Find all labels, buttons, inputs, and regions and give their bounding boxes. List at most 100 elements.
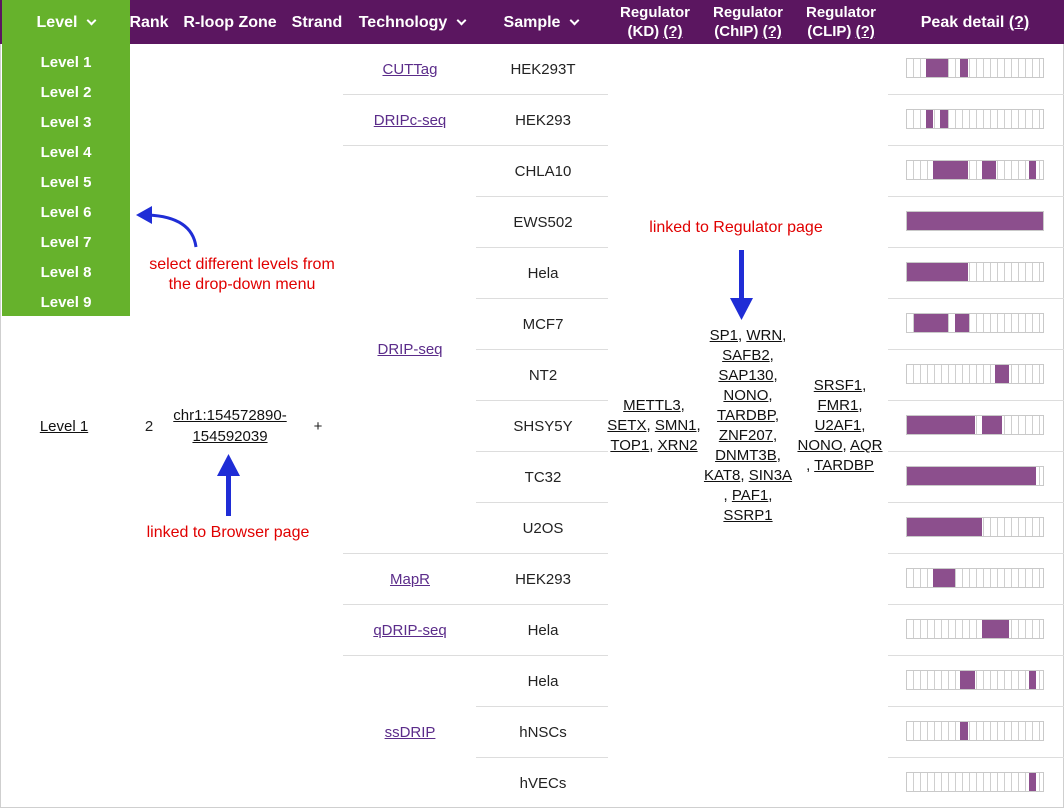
peak-segment (926, 110, 933, 128)
peak-bar[interactable] (906, 313, 1044, 333)
regulator-link[interactable]: FMR1 (817, 397, 858, 414)
technology-link[interactable]: CUTTag (382, 61, 437, 78)
regulator-link[interactable]: NONO (797, 437, 842, 454)
help-link[interactable]: (?) (1009, 13, 1029, 32)
peak-bar[interactable] (906, 670, 1044, 690)
sample-cell: U2OS (522, 520, 564, 537)
level-option-3[interactable]: Level 3 (2, 107, 130, 137)
level-option-6[interactable]: Level 6 (2, 197, 130, 227)
technology-link[interactable]: MapR (390, 571, 430, 588)
rloop-zone-link[interactable]: chr1:154572890- 154592039 (160, 405, 300, 447)
technology-cuttag[interactable]: CUTTag (346, 44, 474, 94)
regulator-link[interactable]: U2AF1 (815, 417, 862, 434)
level-option-1[interactable]: Level 1 (2, 47, 130, 77)
regulator-link[interactable]: SRSF1 (814, 377, 862, 394)
regulator-link[interactable]: SAP130 (718, 367, 773, 384)
help-link[interactable]: (?) (663, 23, 682, 40)
level-header-dropdown[interactable]: Level (2, 0, 130, 44)
sample-cell: HEK293 (515, 571, 571, 588)
regulator-link[interactable]: SMN1 (655, 417, 697, 434)
peak-bar[interactable] (906, 415, 1044, 435)
level-option-2[interactable]: Level 2 (2, 77, 130, 107)
regulator-clip-header: Regulator (CLIP) (?) (794, 0, 888, 44)
sample-cell: MCF7 (522, 316, 564, 333)
peak-bar[interactable] (906, 262, 1044, 282)
peak-segment (960, 59, 968, 77)
regulator-link[interactable]: SIN3A (749, 467, 792, 484)
regulator-link[interactable]: TARDBP (717, 407, 775, 424)
regulator-link[interactable]: TARDBP (814, 457, 874, 474)
regulator-link[interactable]: XRN2 (658, 437, 698, 454)
technology-mapr[interactable]: MapR (346, 554, 474, 604)
level-header-label: Level (36, 13, 78, 31)
peak-bar[interactable] (906, 517, 1044, 537)
regulator-link[interactable]: METTL3 (623, 397, 681, 414)
sample-cell: Hela (527, 265, 559, 282)
regulator-link[interactable]: SETX (607, 417, 646, 434)
row-divider (476, 298, 608, 299)
regulator-kd-subtitle: (KD) (627, 23, 660, 40)
peak-segment (933, 161, 968, 179)
peak-bar[interactable] (906, 58, 1044, 78)
peak-segment (907, 263, 968, 281)
peak-bar[interactable] (906, 466, 1044, 486)
peak-segment (995, 365, 1009, 383)
level-option-9[interactable]: Level 9 (2, 287, 130, 317)
technology-ssdrip[interactable]: ssDRIP (346, 656, 474, 808)
regulator-link[interactable]: SSRP1 (723, 507, 772, 524)
regulator-link[interactable]: KAT8 (704, 467, 740, 484)
peak-bar[interactable] (906, 109, 1044, 129)
peak-bar[interactable] (906, 619, 1044, 639)
regulator-link[interactable]: NONO (723, 387, 768, 404)
regulator-clip-list: SRSF1, FMR1, U2AF1, NONO, AQR , TARDBP (797, 377, 883, 474)
regulator-link[interactable]: DNMT3B (715, 447, 777, 464)
row-divider (888, 94, 1064, 95)
peak-bar[interactable] (906, 568, 1044, 588)
peak-bar[interactable] (906, 160, 1044, 180)
row-divider (476, 706, 608, 707)
help-link[interactable]: (?) (856, 23, 875, 40)
peak-bar[interactable] (906, 211, 1044, 231)
level-option-8[interactable]: Level 8 (2, 257, 130, 287)
technology-dripc-seq[interactable]: DRIPc-seq (346, 95, 474, 145)
dropdown-annotation: select different levels from the drop-do… (128, 255, 356, 295)
technology-link[interactable]: DRIPc-seq (374, 112, 447, 129)
sample-cell: hVECs (519, 775, 567, 792)
technology-link[interactable]: ssDRIP (385, 724, 436, 741)
rloop-zone-text-1[interactable]: chr1:154572890- (173, 405, 286, 426)
sample-cell: NT2 (528, 367, 558, 384)
level-option-4[interactable]: Level 4 (2, 137, 130, 167)
technology-header-label: Technology (358, 13, 448, 31)
level-cell-link[interactable]: Level 1 (14, 416, 114, 436)
peak-bar[interactable] (906, 721, 1044, 741)
help-link[interactable]: (?) (763, 23, 782, 40)
rloop-zone-text-2[interactable]: 154592039 (192, 426, 267, 447)
sample-header-dropdown[interactable]: Sample (496, 0, 586, 44)
peak-bar[interactable] (906, 364, 1044, 384)
level-option-5[interactable]: Level 5 (2, 167, 130, 197)
technology-qdrip-seq[interactable]: qDRIP-seq (346, 605, 474, 655)
peak-bar[interactable] (906, 772, 1044, 792)
rank-header: Rank (129, 13, 169, 31)
rank-value: 2 (144, 417, 154, 435)
regulator-kd-list: METTL3, SETX, SMN1, TOP1, XRN2 (607, 397, 701, 454)
level-option-7[interactable]: Level 7 (2, 227, 130, 257)
peak-segment (914, 314, 948, 332)
regulator-kd-header: Regulator (KD) (?) (608, 0, 702, 44)
regulator-link[interactable]: TOP1 (610, 437, 649, 454)
regulator-link[interactable]: ZNF207 (719, 427, 773, 444)
technology-header-dropdown[interactable]: Technology (352, 0, 472, 44)
technology-link[interactable]: DRIP-seq (377, 341, 442, 358)
regulator-link[interactable]: SAFB2 (722, 347, 770, 364)
regulator-clip-subtitle: (CLIP) (807, 23, 852, 40)
technology-drip-seq[interactable]: DRIP-seq (346, 146, 474, 553)
peak-segment (933, 569, 955, 587)
strand-value: + (313, 417, 323, 435)
regulator-annotation: linked to Regulator page (649, 219, 823, 236)
peak-segment (982, 620, 1009, 638)
level-link-text[interactable]: Level 1 (40, 418, 88, 435)
row-divider (888, 400, 1064, 401)
regulator-link[interactable]: AQR (850, 437, 883, 454)
technology-link[interactable]: qDRIP-seq (373, 622, 446, 639)
regulator-link[interactable]: PAF1 (732, 487, 768, 504)
